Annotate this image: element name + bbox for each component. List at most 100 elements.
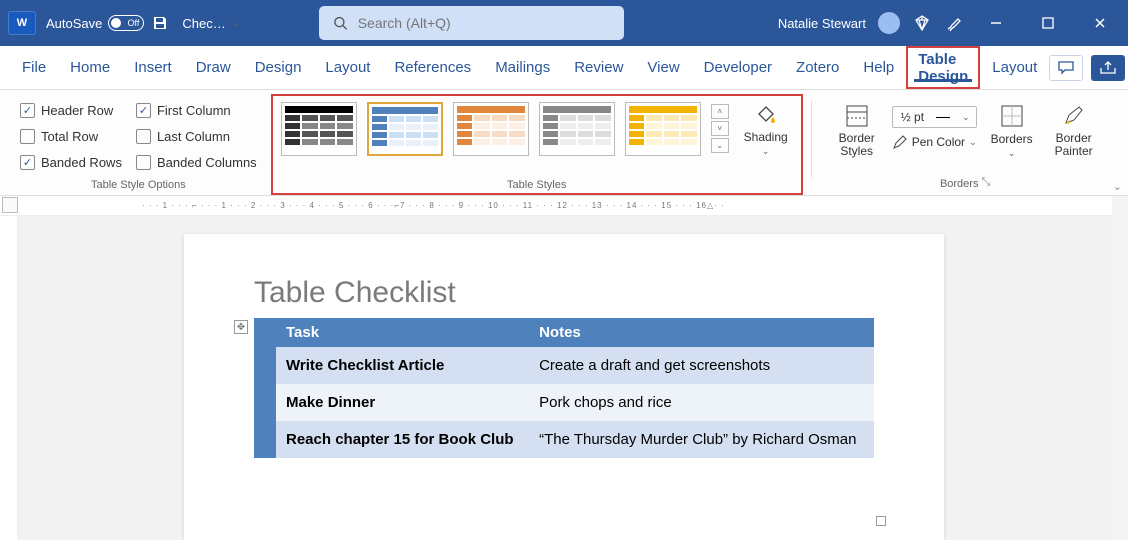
title-bar: W AutoSave Off Chec… ⌄ Natalie Stewart [0, 0, 1128, 46]
checkbox-icon [20, 129, 35, 144]
ruler-marks: · · · 1 · · · ⌐ · · · 1 · · · 2 · · · 3 … [142, 196, 1118, 215]
horizontal-ruler[interactable]: · · · 1 · · · ⌐ · · · 1 · · · 2 · · · 3 … [0, 196, 1128, 216]
tab-layout[interactable]: Layout [313, 46, 382, 89]
ruler-corner [2, 197, 18, 213]
user-avatar[interactable] [878, 12, 900, 34]
check-first-column[interactable]: First Column [136, 98, 257, 122]
group-borders: Border Styles ½ pt ⌄ Pen Color ⌄ Borders… [820, 94, 1111, 195]
table-header-task[interactable]: Task [276, 318, 529, 347]
share-button[interactable] [1091, 55, 1125, 81]
tab-file[interactable]: File [10, 46, 58, 89]
shading-button[interactable]: Shading ⌄ [739, 100, 793, 157]
tab-design[interactable]: Design [243, 46, 314, 89]
group-separator [811, 100, 812, 177]
document-page[interactable]: Table Checklist ✥ Task Notes Write Check… [184, 234, 944, 540]
tab-table-layout[interactable]: Layout [980, 46, 1049, 89]
checklist-table[interactable]: Task Notes Write Checklist Article Creat… [254, 318, 874, 458]
checkbox-icon [136, 155, 151, 170]
tab-view[interactable]: View [635, 46, 691, 89]
page-title[interactable]: Table Checklist [254, 276, 874, 310]
table-resize-handle[interactable] [876, 516, 886, 526]
table-cell[interactable]: Write Checklist Article [276, 347, 529, 384]
table-style-thumb-5[interactable] [625, 102, 701, 156]
checkbox-icon [136, 129, 151, 144]
comments-button[interactable] [1049, 55, 1083, 81]
user-name[interactable]: Natalie Stewart [778, 16, 866, 31]
table-style-thumb-1[interactable] [281, 102, 357, 156]
checkbox-icon [136, 103, 151, 118]
table-cell[interactable]: Reach chapter 15 for Book Club [276, 421, 529, 458]
check-banded-columns[interactable]: Banded Columns [136, 150, 257, 174]
tab-mailings[interactable]: Mailings [483, 46, 562, 89]
document-area: Table Checklist ✥ Task Notes Write Check… [0, 216, 1128, 540]
tab-developer[interactable]: Developer [692, 46, 784, 89]
tab-table-design[interactable]: Table Design [906, 46, 980, 89]
group-label-style-options: Table Style Options [20, 177, 257, 193]
chevron-up-icon[interactable]: ˄ [711, 104, 729, 119]
word-app-icon: W [8, 11, 36, 35]
diamond-icon[interactable] [912, 13, 932, 33]
tab-references[interactable]: References [382, 46, 483, 89]
table-style-thumb-3[interactable] [453, 102, 529, 156]
table-style-thumb-2[interactable] [367, 102, 443, 156]
table-cell[interactable]: Create a draft and get screenshots [529, 347, 874, 384]
share-icon [1100, 61, 1116, 75]
tab-draw[interactable]: Draw [184, 46, 243, 89]
checkbox-icon [20, 103, 35, 118]
brush-icon[interactable] [944, 13, 964, 33]
paint-bucket-icon [752, 100, 780, 128]
tab-insert[interactable]: Insert [122, 46, 184, 89]
autosave-pill[interactable]: Off [108, 15, 144, 31]
autosave-label: AutoSave [46, 16, 102, 31]
check-banded-rows[interactable]: Banded Rows [20, 150, 122, 174]
table-cell[interactable]: Pork chops and rice [529, 384, 874, 421]
chevron-down-icon[interactable]: ˅ [711, 121, 729, 136]
more-styles-icon[interactable]: ⌄ [711, 138, 729, 153]
search-input[interactable] [358, 15, 610, 31]
border-painter-button[interactable]: Border Painter [1047, 102, 1101, 158]
table-move-handle-icon[interactable]: ✥ [234, 320, 248, 334]
document-name[interactable]: Chec… ⌄ [182, 16, 239, 31]
tab-home[interactable]: Home [58, 46, 122, 89]
tab-help[interactable]: Help [851, 46, 906, 89]
vertical-ruler[interactable] [0, 216, 18, 540]
tab-review[interactable]: Review [562, 46, 635, 89]
group-label-borders: Borders ⤡ [826, 176, 1105, 193]
style-gallery-scroller[interactable]: ˄ ˅ ⌄ [711, 104, 729, 153]
minimize-button[interactable] [976, 3, 1016, 43]
ribbon: Header Row First Column Total Row Last C… [0, 90, 1128, 196]
group-table-styles: ˄ ˅ ⌄ Shading ⌄ Table Styles [271, 94, 803, 195]
chevron-down-icon: ⌄ [762, 146, 770, 157]
check-total-row[interactable]: Total Row [20, 124, 122, 148]
table-header-notes[interactable]: Notes [529, 318, 874, 347]
check-last-column[interactable]: Last Column [136, 124, 257, 148]
vertical-scrollbar[interactable] [1112, 196, 1128, 540]
table-style-thumb-4[interactable] [539, 102, 615, 156]
check-header-row[interactable]: Header Row [20, 98, 122, 122]
comment-icon [1058, 61, 1074, 75]
pen-width-select[interactable]: ½ pt ⌄ [892, 106, 977, 128]
borders-button[interactable]: Borders ⌄ [985, 102, 1039, 159]
table-cell[interactable]: Make Dinner [276, 384, 529, 421]
group-table-style-options: Header Row First Column Total Row Last C… [14, 94, 263, 195]
dialog-launcher-icon[interactable]: ⤡ [982, 176, 991, 188]
tab-zotero[interactable]: Zotero [784, 46, 851, 89]
collapse-ribbon-icon[interactable]: ⌄ [1113, 180, 1122, 193]
pen-color-button[interactable]: Pen Color ⌄ [892, 134, 977, 150]
pen-icon [892, 134, 908, 150]
checkbox-icon [20, 155, 35, 170]
table-cell[interactable]: “The Thursday Murder Club” by Richard Os… [529, 421, 874, 458]
chevron-down-icon: ⌄ [1008, 148, 1016, 159]
borders-icon [998, 102, 1026, 130]
chevron-down-icon: ⌄ [962, 112, 970, 123]
maximize-button[interactable] [1028, 3, 1068, 43]
border-painter-icon [1060, 102, 1088, 130]
border-styles-icon [843, 102, 871, 130]
autosave-toggle[interactable]: AutoSave Off [46, 15, 144, 31]
close-button[interactable] [1080, 3, 1120, 43]
search-bar[interactable] [319, 6, 624, 40]
chevron-down-icon: ⌄ [232, 18, 240, 29]
border-styles-button[interactable]: Border Styles [830, 102, 884, 158]
ribbon-tabs: File Home Insert Draw Design Layout Refe… [0, 46, 1128, 90]
save-icon[interactable] [150, 13, 170, 33]
